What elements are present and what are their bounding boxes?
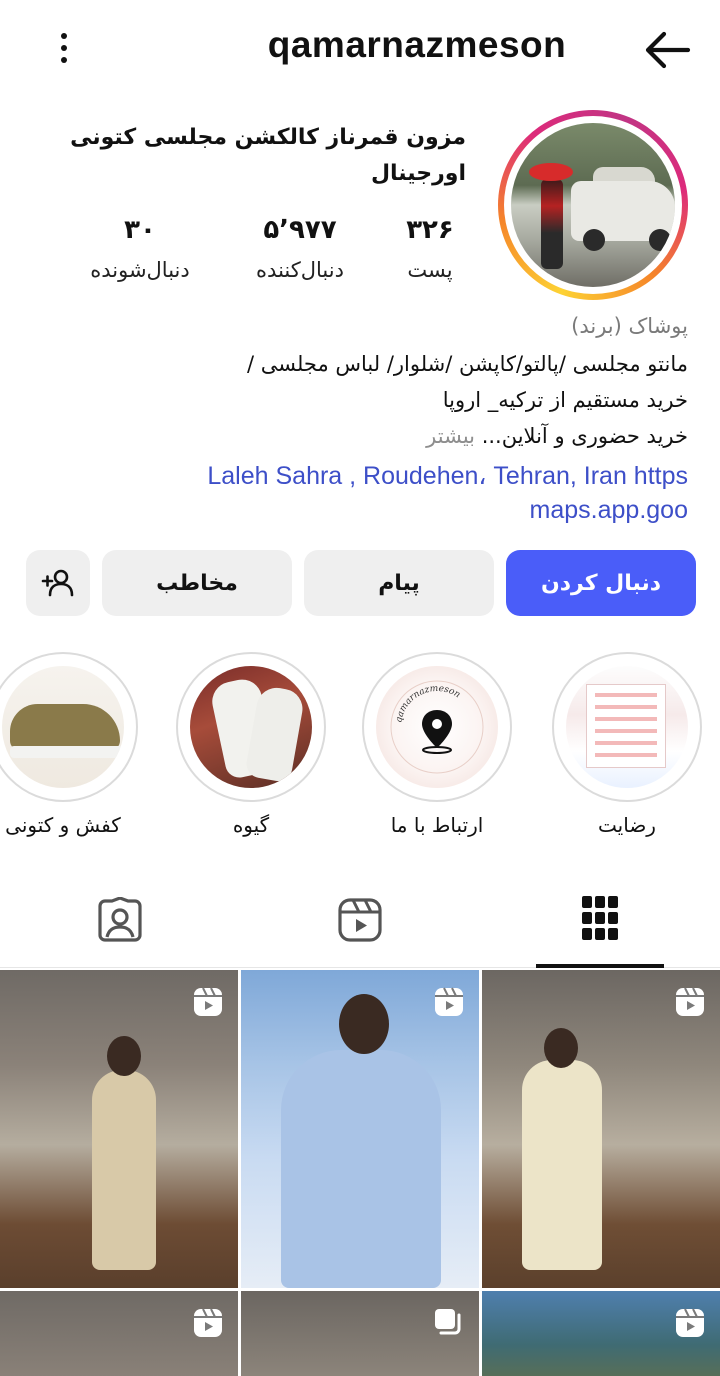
arrow-left-icon[interactable] [640, 26, 692, 74]
highlight-item[interactable]: کفش و کتونی [0, 652, 138, 840]
reel-icon [676, 987, 704, 1016]
bio-link-continued[interactable]: maps.app.goo [530, 493, 688, 527]
post-thumbnail[interactable] [0, 970, 238, 1288]
highlight-label: کفش و کتونی [5, 813, 121, 837]
follow-button[interactable]: دنبال کردن [506, 550, 696, 616]
message-button[interactable]: پیام [304, 550, 494, 616]
tab-reels[interactable] [296, 872, 424, 968]
highlight-item[interactable]: رضایت [552, 652, 702, 840]
followers-value: ۵٬۹۷۷ [263, 215, 337, 245]
post-thumbnail[interactable] [0, 1291, 238, 1376]
reels-icon [338, 898, 382, 942]
following-label: دنبال‌شونده [90, 258, 190, 282]
post-thumbnail[interactable] [482, 1291, 720, 1376]
highlight-label: ارتباط با ما [390, 813, 484, 837]
bio-text: خرید حضوری و آنلاین... [481, 424, 688, 448]
post-thumbnail[interactable] [482, 970, 720, 1288]
bio-line-truncated: خرید حضوری و آنلاین... بیشتر [426, 418, 688, 454]
avatar-photo [511, 123, 675, 287]
location-pin-icon: qamarnazmeson [390, 680, 484, 774]
posts-count[interactable]: ۳۲۶ پست [380, 210, 480, 290]
following-count[interactable]: ۳۰ دنبال‌شونده [78, 210, 202, 290]
post-thumbnail[interactable] [241, 970, 479, 1288]
profile-header: qamarnazmeson [0, 0, 720, 96]
followers-label: دنبال‌کننده [256, 258, 344, 282]
following-value: ۳۰ [124, 215, 156, 245]
highlight-cover [190, 666, 312, 788]
bio-link[interactable]: Laleh Sahra , Roudehen، Tehran, Iran htt… [207, 459, 688, 493]
highlight-label: گیوه [232, 813, 270, 837]
add-user-icon [41, 569, 74, 597]
post-thumbnail[interactable] [241, 1291, 479, 1376]
tab-tagged[interactable] [56, 872, 184, 968]
profile-tabs [0, 872, 720, 968]
carousel-icon [435, 1309, 461, 1335]
profile-display-name: مزون قمرناز کالکشن مجلسی کتونی اورجینال [70, 125, 466, 186]
highlight-cover: qamarnazmeson [376, 666, 498, 788]
suggest-users-button[interactable] [26, 550, 90, 616]
reel-icon [676, 1308, 704, 1337]
posts-label: پست [407, 258, 453, 282]
posts-value: ۳۲۶ [406, 215, 454, 245]
bio-more-link[interactable]: بیشتر [426, 424, 475, 448]
highlight-cover [2, 666, 124, 788]
profile-avatar[interactable] [498, 110, 688, 300]
profile-category: پوشاک (برند) [571, 314, 688, 338]
reel-icon [194, 987, 222, 1016]
highlight-cover [566, 666, 688, 788]
highlight-item[interactable]: گیوه [176, 652, 326, 840]
bio-line: خرید مستقیم از ترکیه_ اروپا [442, 388, 688, 412]
tab-posts-grid[interactable] [536, 872, 664, 968]
bio-line: مانتو مجلسی /پالتو/کاپشن /شلوار/ لباس مج… [246, 352, 688, 376]
contact-button[interactable]: مخاطب [102, 550, 292, 616]
reel-icon [435, 987, 463, 1016]
tagged-icon [98, 897, 142, 942]
reel-icon [194, 1308, 222, 1337]
grid-icon [582, 896, 618, 940]
highlight-label: رضایت [598, 813, 656, 837]
followers-count[interactable]: ۵٬۹۷۷ دنبال‌کننده [240, 210, 360, 290]
highlight-item[interactable]: qamarnazmeson ارتباط با ما [362, 652, 512, 840]
profile-username: qamarnazmeson [267, 24, 567, 65]
